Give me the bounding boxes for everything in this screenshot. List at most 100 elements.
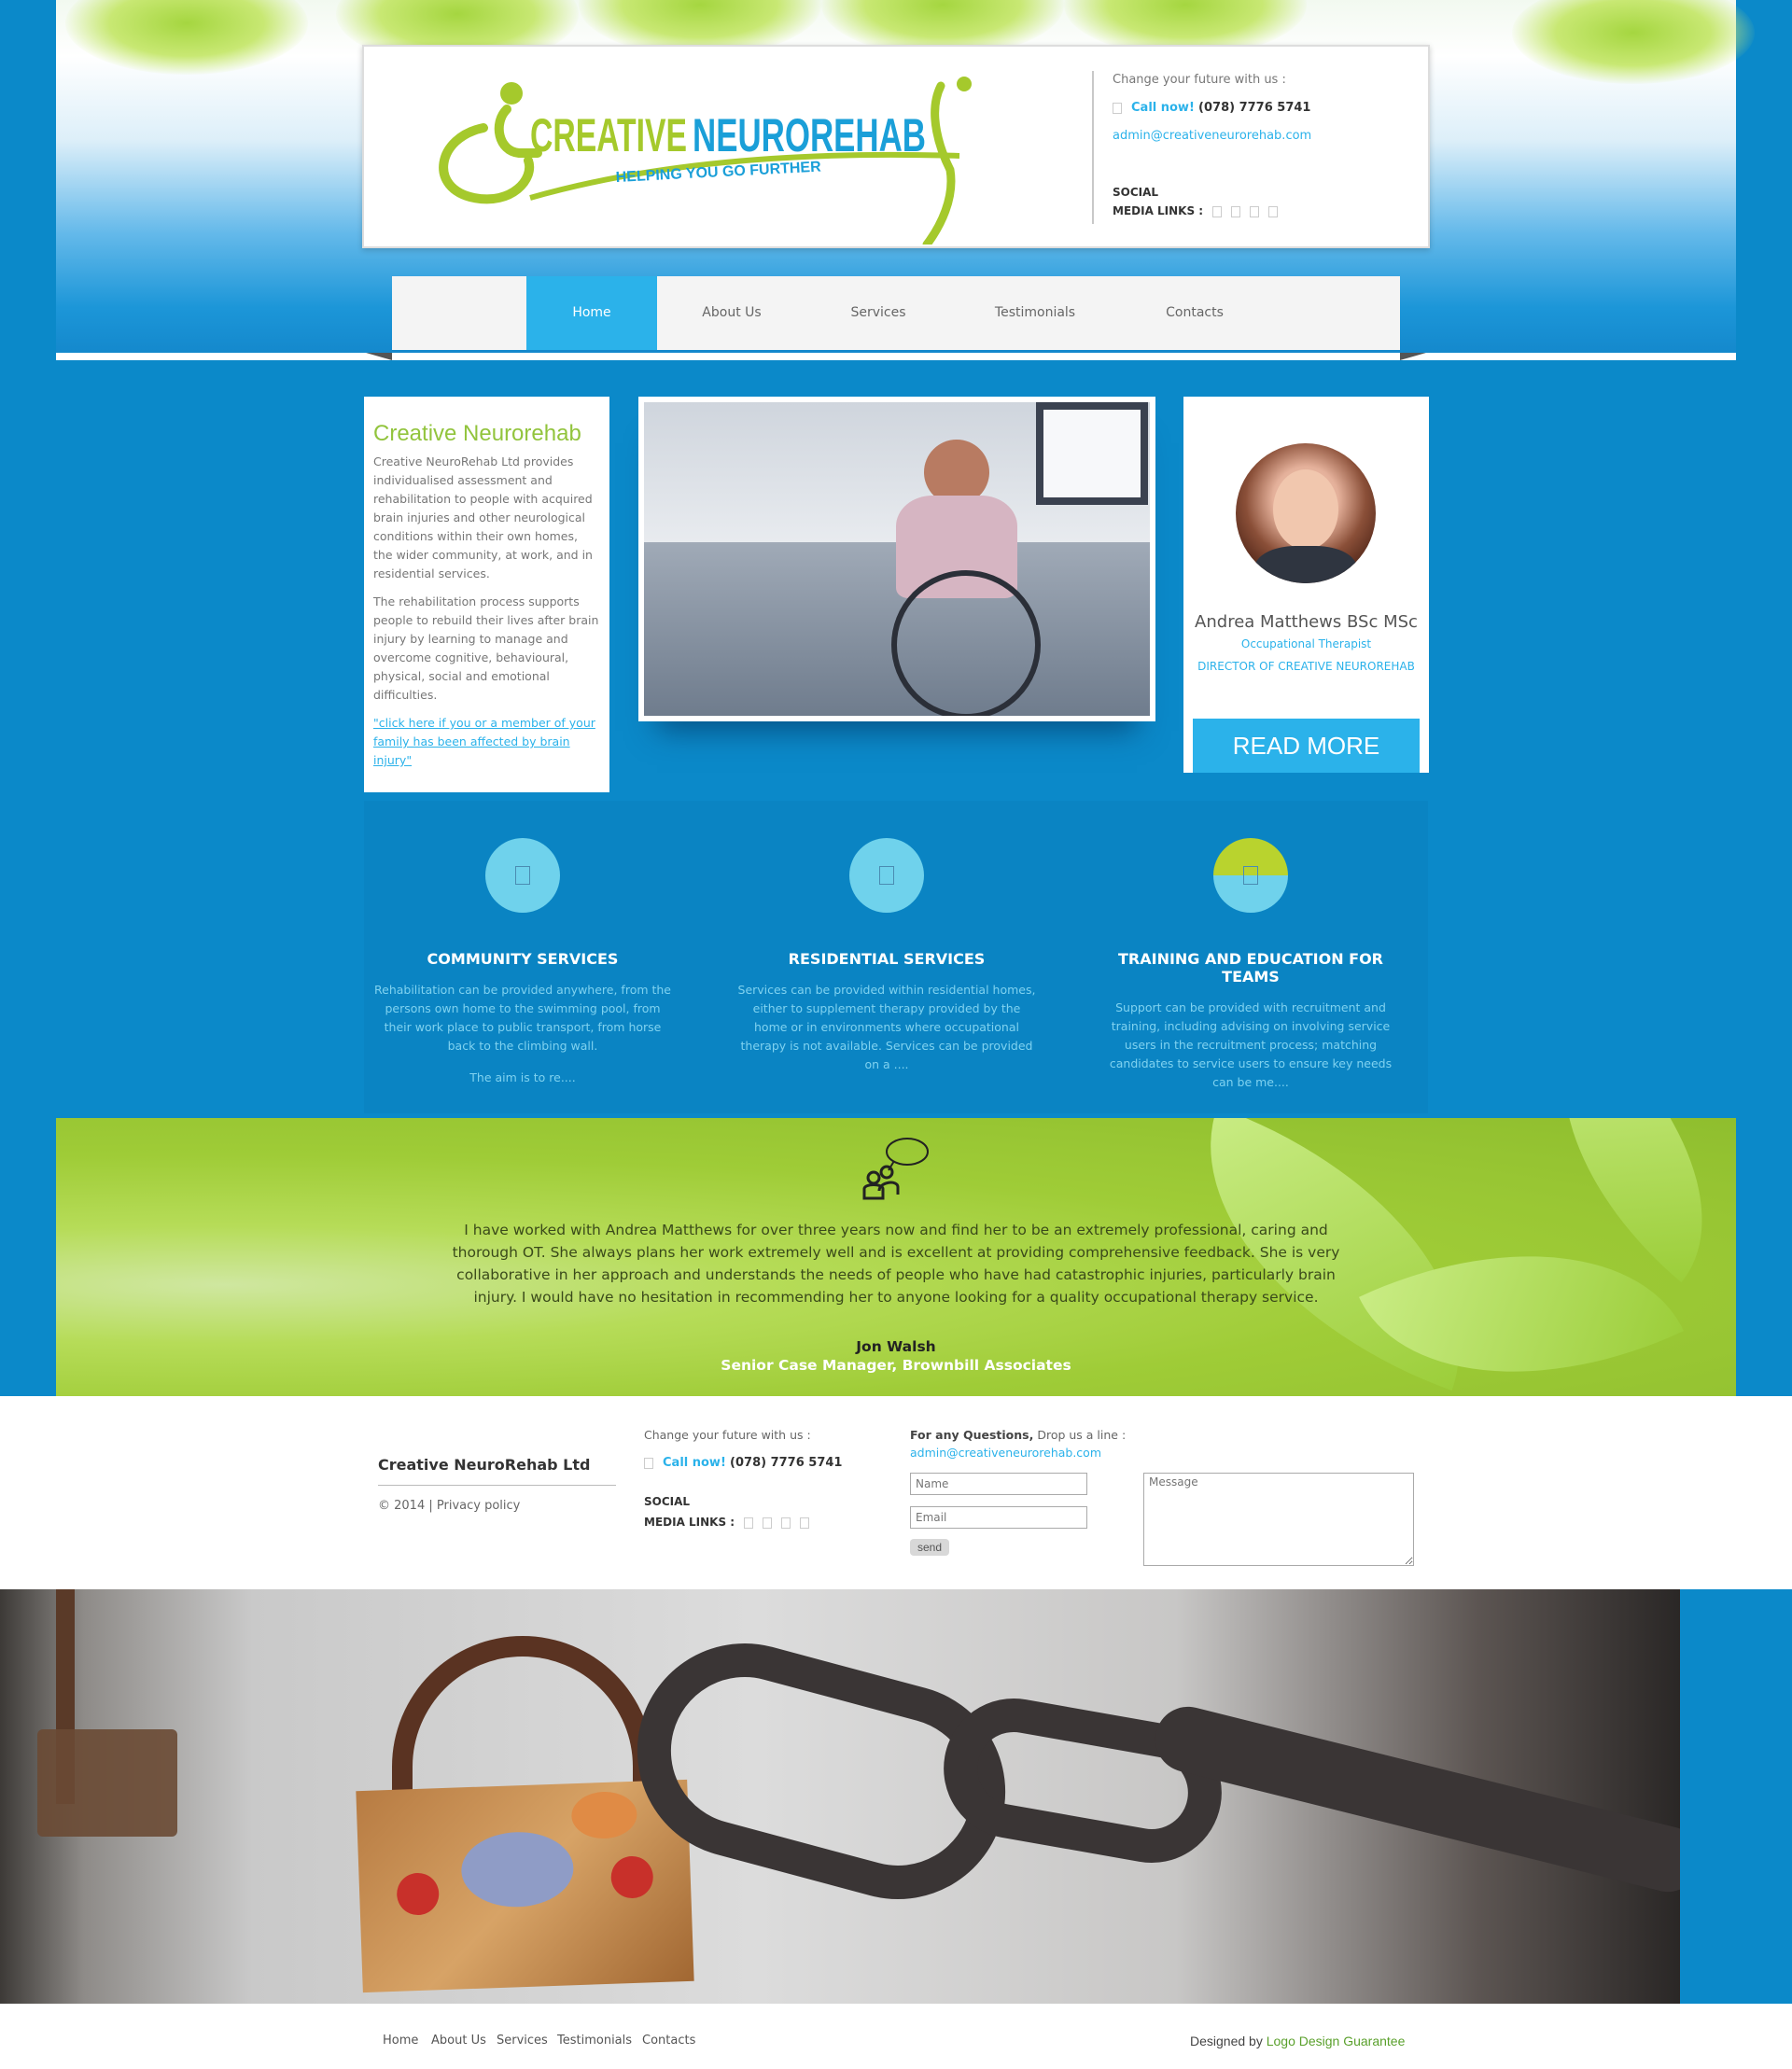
form-heading-text: Drop us a line :: [1037, 1428, 1127, 1442]
footer-call: Call now! (078) 7776 5741: [644, 1456, 842, 1470]
contact-call: Call now! (078) 7776 5741: [1113, 101, 1310, 115]
hero-image: [644, 402, 1150, 716]
testimonial-author: Jon Walsh: [856, 1338, 936, 1355]
header-band: [56, 353, 1736, 360]
padlock-large: [356, 1779, 694, 1993]
residential-icon[interactable]: [849, 838, 924, 913]
footer-link-testimonials[interactable]: Testimonials: [557, 2034, 632, 2048]
footer: Creative NeuroRehab Ltd © 2014 | Privacy…: [0, 1396, 1792, 1589]
email-field[interactable]: [910, 1506, 1087, 1529]
service-training: TRAINING AND EDUCATION FOR TEAMS Support…: [1092, 801, 1409, 1092]
intro-card: Creative Neurorehab Creative NeuroRehab …: [364, 397, 609, 792]
chain-link: [1148, 1699, 1680, 1899]
footer-contact-intro: Change your future with us :: [644, 1428, 811, 1442]
service-title[interactable]: COMMUNITY SERVICES: [364, 950, 681, 968]
footer-social-label: SOCIAL: [644, 1495, 691, 1508]
service-title[interactable]: RESIDENTIAL SERVICES: [728, 950, 1045, 968]
call-label: Call now!: [1131, 101, 1195, 115]
profile-title: DIRECTOR OF CREATIVE NEUROREHAB: [1197, 660, 1415, 673]
service-text: Services can be provided within resident…: [737, 983, 1036, 1071]
facebook-icon[interactable]: [1212, 205, 1223, 217]
training-icon[interactable]: [1213, 838, 1288, 913]
twitter-icon[interactable]: [763, 1517, 773, 1529]
footer-social-label-2: MEDIA LINKS :: [644, 1516, 735, 1529]
testimonial-section: I have worked with Andrea Matthews for o…: [56, 1118, 1736, 1396]
padlock-small: [37, 1729, 177, 1837]
bottom-bar: Home About Us Services Testimonials Cont…: [0, 2004, 1792, 2069]
nav-testimonials[interactable]: Testimonials: [950, 276, 1120, 350]
contact-divider: [1092, 71, 1094, 224]
service-text: Support can be provided with recruitment…: [1109, 1000, 1393, 1089]
privacy-policy-link[interactable]: Privacy policy: [437, 1499, 520, 1513]
designed-by-label: Designed by: [1190, 2034, 1263, 2048]
intro-paragraph: The rehabilitation process supports peop…: [373, 594, 599, 702]
name-field[interactable]: [910, 1473, 1087, 1495]
leaf-decoration: [65, 0, 308, 75]
footer-phone[interactable]: (078) 7776 5741: [730, 1456, 842, 1470]
service-text: Rehabilitation can be provided anywhere,…: [374, 983, 671, 1053]
logo[interactable]: CREATIVE NEUROREHAB HELPING YOU GO FURTH…: [418, 58, 997, 245]
social-links: MEDIA LINKS :: [1113, 204, 1279, 217]
read-more-button[interactable]: READ MORE: [1193, 719, 1420, 773]
legal-separator: |: [428, 1499, 433, 1513]
service-community: COMMUNITY SERVICES Rehabilitation can be…: [364, 801, 681, 1087]
nav-contacts[interactable]: Contacts: [1120, 276, 1269, 350]
send-button[interactable]: send: [910, 1539, 949, 1556]
footer-call-label: Call now!: [663, 1456, 726, 1470]
nav-ribbon-right: [1400, 353, 1426, 360]
form-heading-bold: For any Questions,: [910, 1428, 1034, 1442]
footer-link-services[interactable]: Services: [497, 2034, 548, 2048]
services-section: COMMUNITY SERVICES Rehabilitation can be…: [364, 801, 1428, 1113]
designed-by: Designed by Logo Design Guarantee: [1190, 2034, 1405, 2048]
nav-ribbon-left: [366, 353, 392, 360]
brain-injury-link[interactable]: "click here if you or a member of your f…: [373, 714, 600, 770]
intro-paragraph: Creative NeuroRehab Ltd provides individ…: [373, 454, 593, 580]
testimonial-role: Senior Case Manager, Brownbill Associate…: [721, 1357, 1071, 1374]
profile-role: Occupational Therapist: [1240, 637, 1372, 650]
footer-legal: © 2014 | Privacy policy: [378, 1499, 520, 1513]
footer-company: Creative NeuroRehab Ltd: [378, 1456, 591, 1474]
linkedin-icon[interactable]: [1250, 205, 1260, 217]
speech-bubble-icon: [862, 1138, 929, 1200]
footer-link-home[interactable]: Home: [383, 2034, 418, 2048]
message-field[interactable]: [1143, 1473, 1414, 1566]
hero-photo: [638, 397, 1155, 721]
phone-icon: [1113, 102, 1122, 114]
linkedin-icon[interactable]: [781, 1517, 791, 1529]
logo-word2: NEUROREHAB: [693, 109, 926, 161]
profile-name: Andrea Matthews BSc MSc: [1195, 612, 1418, 632]
phone-number[interactable]: (078) 7776 5741: [1198, 101, 1310, 115]
footer-divider: [378, 1485, 616, 1486]
profile-card: Andrea Matthews BSc MSc Occupational The…: [1183, 397, 1429, 773]
footer-social-links: MEDIA LINKS :: [644, 1516, 810, 1529]
form-heading: For any Questions, Drop us a line :: [910, 1428, 1126, 1442]
footer-link-about-us[interactable]: About Us: [431, 2034, 486, 2048]
contact-intro: Change your future with us :: [1113, 73, 1286, 87]
main-nav: Home About Us Services Testimonials Cont…: [392, 276, 1400, 353]
header-box: CREATIVE NEUROREHAB HELPING YOU GO FURTH…: [362, 45, 1430, 248]
community-icon[interactable]: [485, 838, 560, 913]
service-title[interactable]: TRAINING AND EDUCATION FOR TEAMS: [1092, 950, 1409, 986]
nav-about-us[interactable]: About Us: [657, 276, 806, 350]
service-more[interactable]: The aim is to re....: [364, 1069, 681, 1087]
padlock-photo: [0, 1589, 1680, 2004]
nav-services[interactable]: Services: [806, 276, 950, 350]
phone-icon: [644, 1457, 653, 1469]
footer-link-contacts[interactable]: Contacts: [642, 2034, 695, 2048]
logo-word1: CREATIVE: [530, 109, 687, 161]
leaf-decoration: [1512, 0, 1755, 84]
social-label: SOCIAL: [1113, 186, 1159, 199]
copyright: © 2014: [378, 1499, 426, 1513]
form-email[interactable]: admin@creativeneurorehab.com: [910, 1446, 1101, 1460]
facebook-icon[interactable]: [744, 1517, 754, 1529]
twitter-icon[interactable]: [1231, 205, 1241, 217]
service-residential: RESIDENTIAL SERVICES Services can be pro…: [728, 801, 1045, 1074]
contact-email[interactable]: admin@creativeneurorehab.com: [1113, 129, 1311, 143]
google-plus-icon[interactable]: [1268, 205, 1279, 217]
google-plus-icon[interactable]: [800, 1517, 810, 1529]
nav-home[interactable]: Home: [526, 276, 657, 350]
intro-title: Creative Neurorehab: [373, 421, 581, 446]
avatar: [1236, 443, 1376, 583]
designer-link[interactable]: Logo Design Guarantee: [1267, 2034, 1406, 2048]
testimonial-quote: I have worked with Andrea Matthews for o…: [452, 1222, 1340, 1306]
